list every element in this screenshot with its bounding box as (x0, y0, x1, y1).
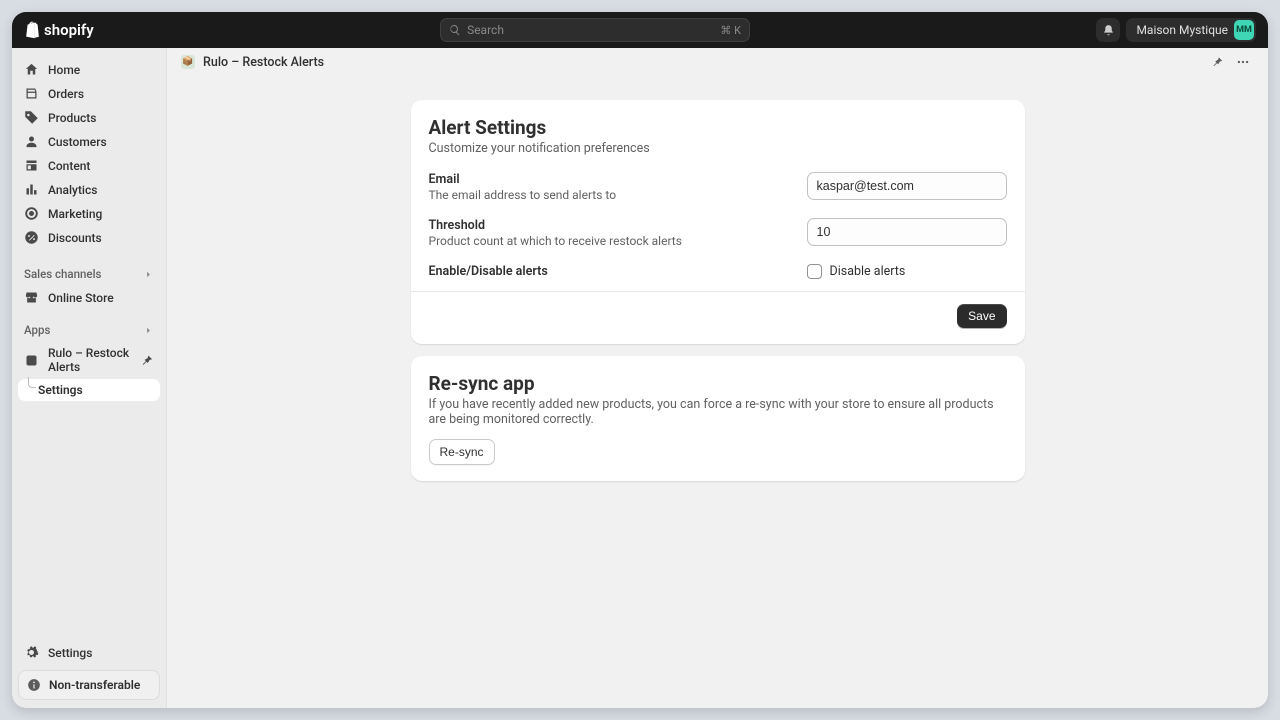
orders-icon (24, 86, 39, 101)
resync-button[interactable]: Re-sync (429, 439, 495, 465)
sales-channels-heading[interactable]: Sales channels (18, 262, 160, 286)
resync-title: Re-sync app (429, 372, 1007, 395)
page-header: 📦 Rulo – Restock Alerts (167, 48, 1268, 76)
disable-alerts-checkbox-label: Disable alerts (830, 264, 906, 279)
app-header-icon: 📦 (181, 55, 195, 69)
alert-settings-title: Alert Settings (429, 116, 1007, 139)
search-input[interactable]: Search ⌘ K (440, 18, 750, 42)
disable-alerts-checkbox[interactable] (807, 264, 822, 279)
disable-alerts-checkbox-wrap[interactable]: Disable alerts (807, 264, 1007, 279)
threshold-input[interactable] (807, 218, 1007, 246)
chevron-right-icon (143, 325, 154, 336)
pin-button[interactable] (1206, 51, 1228, 73)
person-icon (24, 134, 39, 149)
search-shortcut: ⌘ K (720, 24, 741, 37)
divider (411, 291, 1025, 292)
enable-disable-label: Enable/Disable alerts (429, 264, 783, 279)
search-icon (449, 24, 461, 36)
topbar: shopify Search ⌘ K Maison Mystique MM (12, 12, 1268, 48)
nav-settings[interactable]: Settings (18, 641, 160, 664)
nav-home[interactable]: Home (18, 58, 160, 81)
store-icon (24, 290, 39, 305)
email-label: Email (429, 172, 783, 187)
nav-products[interactable]: Products (18, 106, 160, 129)
nav-marketing[interactable]: Marketing (18, 202, 160, 225)
sidebar: Home Orders Products Customers Content A… (12, 48, 166, 708)
shopify-logo[interactable]: shopify (24, 21, 94, 39)
threshold-label: Threshold (429, 218, 783, 233)
app-icon (24, 353, 39, 368)
store-name: Maison Mystique (1136, 23, 1228, 37)
save-button[interactable]: Save (957, 304, 1006, 328)
notifications-button[interactable] (1096, 18, 1120, 42)
nav-app-settings[interactable]: Settings (18, 379, 160, 401)
pin-icon[interactable] (139, 353, 154, 368)
bell-icon (1102, 24, 1115, 37)
email-help: The email address to send alerts to (429, 188, 783, 202)
store-avatar: MM (1234, 20, 1254, 40)
nav-discounts[interactable]: Discounts (18, 226, 160, 249)
tag-icon (24, 110, 39, 125)
resync-card: Re-sync app If you have recently added n… (411, 356, 1025, 481)
content-icon (24, 158, 39, 173)
more-icon (1236, 55, 1250, 69)
page-title: Rulo – Restock Alerts (203, 55, 324, 70)
non-transferable-banner[interactable]: Non-transferable (18, 670, 160, 700)
nav-online-store[interactable]: Online Store (18, 286, 160, 309)
nav-analytics[interactable]: Analytics (18, 178, 160, 201)
pin-icon (1210, 55, 1224, 69)
alert-settings-subtitle: Customize your notification preferences (429, 141, 1007, 156)
analytics-icon (24, 182, 39, 197)
email-input[interactable] (807, 172, 1007, 200)
resync-subtitle: If you have recently added new products,… (429, 397, 1007, 427)
info-icon (27, 678, 41, 692)
home-icon (24, 62, 39, 77)
search-placeholder: Search (467, 23, 714, 37)
nav-customers[interactable]: Customers (18, 130, 160, 153)
main: 📦 Rulo – Restock Alerts Alert Settings C… (166, 48, 1268, 708)
nav-content[interactable]: Content (18, 154, 160, 177)
discount-icon (24, 230, 39, 245)
nav-orders[interactable]: Orders (18, 82, 160, 105)
store-menu[interactable]: Maison Mystique MM (1126, 18, 1256, 42)
apps-heading[interactable]: Apps (18, 318, 160, 342)
alert-settings-card: Alert Settings Customize your notificati… (411, 100, 1025, 344)
target-icon (24, 206, 39, 221)
chevron-right-icon (143, 269, 154, 280)
gear-icon (24, 645, 39, 660)
more-button[interactable] (1232, 51, 1254, 73)
threshold-help: Product count at which to receive restoc… (429, 234, 783, 248)
nav-app-rulo[interactable]: Rulo – Restock Alerts (18, 342, 160, 378)
